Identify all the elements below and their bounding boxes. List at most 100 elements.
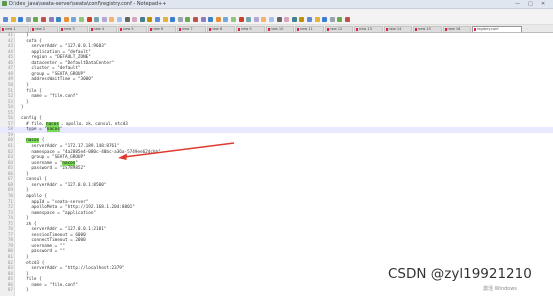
toolbar-button-icon[interactable] bbox=[193, 17, 198, 22]
toolbar-button-icon[interactable] bbox=[117, 17, 122, 22]
file-tab[interactable]: new 6 bbox=[147, 26, 176, 32]
file-icon bbox=[31, 28, 34, 31]
file-tab[interactable]: new 4 bbox=[88, 26, 117, 32]
file-icon bbox=[120, 28, 122, 31]
toolbar-button-icon[interactable] bbox=[314, 17, 320, 22]
code-segment: " bbox=[59, 127, 63, 133]
toolbar-button-icon[interactable] bbox=[132, 17, 138, 22]
maximize-button[interactable]: □ bbox=[528, 0, 533, 8]
file-tab[interactable]: new 9 bbox=[236, 26, 265, 32]
file-tab-label: new 6 bbox=[152, 27, 164, 31]
code-segment: namespace = "4a2885e4-080c-40bc-a36a-574… bbox=[21, 149, 161, 155]
toolbar-button-icon[interactable] bbox=[269, 17, 274, 22]
code-segment: " bbox=[75, 160, 78, 166]
toolbar-button-icon[interactable] bbox=[329, 17, 335, 22]
toolbar-button-icon[interactable] bbox=[18, 17, 24, 22]
toolbar bbox=[0, 16, 553, 25]
code-segment: serverAddr = "127.0.0.1:8500" bbox=[21, 182, 107, 188]
file-icon bbox=[61, 28, 63, 31]
file-tab[interactable]: new 2 bbox=[29, 26, 58, 32]
code-segment: apolloMeta = "http://192.168.1.204:8801" bbox=[21, 205, 135, 211]
file-tab-label: new 7 bbox=[182, 27, 193, 31]
file-tab[interactable]: new 15 bbox=[413, 26, 442, 32]
window-title: D:\dev_java\seata-server\seata\conf\regi… bbox=[9, 1, 167, 7]
toolbar-button-icon[interactable] bbox=[238, 17, 244, 22]
toolbar-button-icon[interactable] bbox=[291, 17, 297, 22]
toolbar-button-icon[interactable] bbox=[3, 17, 8, 22]
code-segment: name = "file.conf" bbox=[21, 94, 78, 100]
toolbar-button-icon[interactable] bbox=[79, 17, 84, 22]
toolbar-button-icon[interactable] bbox=[322, 17, 328, 22]
code-segment: file { bbox=[21, 88, 42, 94]
toolbar-button-icon[interactable] bbox=[208, 17, 214, 22]
toolbar-button-icon[interactable] bbox=[284, 17, 290, 22]
toolbar-button-icon[interactable] bbox=[261, 17, 267, 22]
file-tab[interactable]: new 3 bbox=[59, 26, 88, 32]
toolbar-button-icon[interactable] bbox=[139, 17, 145, 22]
file-icon bbox=[179, 28, 181, 31]
toolbar-button-icon[interactable] bbox=[101, 17, 107, 22]
toolbar-button-icon[interactable] bbox=[63, 17, 69, 22]
file-tab[interactable]: new 1 bbox=[0, 26, 29, 32]
toolbar-button-icon[interactable] bbox=[94, 17, 100, 22]
toolbar-button-icon[interactable] bbox=[170, 17, 176, 22]
file-icon bbox=[385, 28, 388, 31]
toolbar-button-icon[interactable] bbox=[124, 17, 130, 22]
toolbar-button-icon[interactable] bbox=[253, 17, 259, 22]
toolbar-button-icon[interactable] bbox=[109, 17, 115, 22]
code-segment: sofa { bbox=[21, 38, 42, 44]
file-tab[interactable]: new 12 bbox=[324, 26, 353, 32]
file-tab-label: new 1 bbox=[5, 27, 16, 31]
toolbar-button-icon[interactable] bbox=[307, 17, 312, 22]
toolbar-button-icon[interactable] bbox=[41, 17, 46, 22]
toolbar-button-icon[interactable] bbox=[155, 17, 160, 22]
toolbar-button-icon[interactable] bbox=[200, 17, 206, 22]
line-number: 87 bbox=[7, 288, 13, 294]
file-tab-label: registry.conf bbox=[477, 27, 499, 31]
toolbar-button-icon[interactable] bbox=[215, 17, 221, 22]
toolbar-button-icon[interactable] bbox=[223, 17, 229, 22]
search-highlight: nacos bbox=[26, 138, 40, 144]
file-tab[interactable]: new 7 bbox=[177, 26, 206, 32]
file-tab-label: new 4 bbox=[93, 27, 105, 31]
code-segment: } bbox=[21, 188, 29, 194]
file-tab-label: new 13 bbox=[359, 27, 372, 31]
toolbar-button-icon[interactable] bbox=[276, 17, 282, 22]
file-tab[interactable]: new 13 bbox=[354, 26, 383, 32]
code-segment: } bbox=[21, 82, 29, 88]
search-highlight: nacos bbox=[62, 160, 76, 166]
file-tab[interactable]: new 5 bbox=[118, 26, 147, 32]
toolbar-button-icon[interactable] bbox=[48, 17, 54, 22]
app-icon bbox=[2, 1, 7, 6]
toolbar-button-icon[interactable] bbox=[345, 17, 350, 22]
code-segment: type = " bbox=[21, 127, 47, 133]
close-button[interactable]: ✕ bbox=[541, 0, 545, 8]
code-editor[interactable]: 41 } 42 sofa {43 serverAddr = "127.0.0.1:… bbox=[0, 33, 553, 296]
file-tab[interactable]: new 11 bbox=[295, 26, 324, 32]
toolbar-button-icon[interactable] bbox=[231, 17, 236, 22]
toolbar-button-icon[interactable] bbox=[162, 17, 168, 22]
file-tab[interactable]: registry.conf bbox=[472, 26, 522, 32]
file-tab[interactable]: new 8 bbox=[206, 26, 235, 32]
toolbar-button-icon[interactable] bbox=[177, 17, 183, 22]
toolbar-button-icon[interactable] bbox=[246, 17, 252, 22]
toolbar-button-icon[interactable] bbox=[185, 17, 191, 22]
toolbar-button-icon[interactable] bbox=[10, 17, 16, 22]
file-tab[interactable]: new 14 bbox=[383, 26, 412, 32]
file-tab-label: new 15 bbox=[418, 27, 431, 31]
minimize-button[interactable]: — bbox=[515, 0, 520, 8]
toolbar-button-icon[interactable] bbox=[71, 17, 77, 22]
file-tab[interactable]: new 10 bbox=[265, 26, 294, 32]
file-tab[interactable]: new 16 bbox=[442, 26, 471, 32]
toolbar-button-icon[interactable] bbox=[299, 17, 305, 22]
toolbar-button-icon[interactable] bbox=[33, 17, 39, 22]
toolbar-button-icon[interactable] bbox=[25, 17, 31, 22]
code-segment: namespace = "application" bbox=[21, 210, 97, 216]
code-segment: } bbox=[21, 255, 29, 260]
toolbar-button-icon[interactable] bbox=[86, 17, 92, 22]
toolbar-button-icon[interactable] bbox=[337, 17, 343, 22]
toolbar-button-icon[interactable] bbox=[147, 17, 153, 22]
file-icon bbox=[90, 28, 93, 31]
toolbar-button-icon[interactable] bbox=[56, 17, 62, 22]
code-segment: name = "file.conf" bbox=[21, 282, 78, 288]
